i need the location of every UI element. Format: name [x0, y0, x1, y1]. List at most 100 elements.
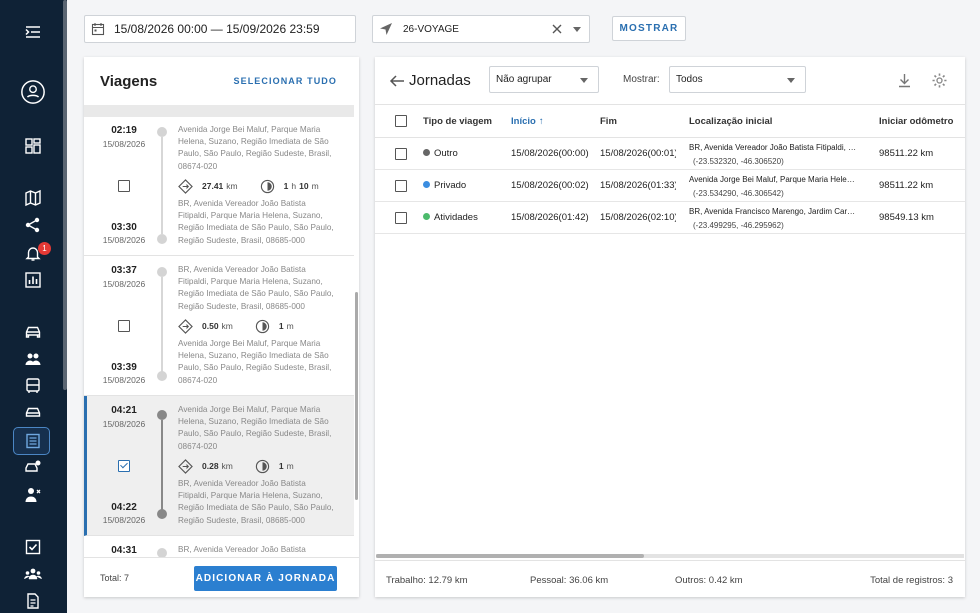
- checklist-icon[interactable]: [22, 536, 44, 558]
- row-odometer: 98549.13 km: [879, 212, 934, 223]
- row-checkbox[interactable]: [395, 148, 407, 160]
- row-location-address: BR, Avenida Francisco Marengo, Jardim Ca…: [689, 207, 859, 216]
- trip-end-date: 15/08/2026: [102, 375, 146, 385]
- trip-duration-minutes-unit: m: [311, 181, 319, 191]
- row-trip-type: Privado: [423, 180, 466, 191]
- row-start: 15/08/2026(00:00): [511, 148, 589, 159]
- trip-list-scrollbar[interactable]: [355, 292, 358, 500]
- sidebar-scrollbar[interactable]: [63, 0, 67, 390]
- trip-start-time: 04:31: [111, 545, 137, 556]
- date-range-input[interactable]: 15/08/2026 00:00 — 15/09/2026 23:59: [84, 15, 356, 43]
- row-trip-type-label: Privado: [434, 180, 467, 191]
- trip-end-time: 04:22: [111, 502, 137, 513]
- group-icon[interactable]: [22, 348, 44, 370]
- dashboard-icon[interactable]: [22, 135, 44, 157]
- route-settings-icon[interactable]: [22, 457, 44, 479]
- vehicle-select[interactable]: 26-VOYAGE: [372, 15, 590, 43]
- clear-icon[interactable]: [550, 22, 564, 36]
- trip-duration-minutes-unit: m: [286, 321, 294, 331]
- journeys-panel: Jornadas Não agrupar Mostrar: Todos Tipo…: [375, 57, 965, 597]
- calendar-icon: [91, 23, 105, 36]
- row-checkbox[interactable]: [395, 212, 407, 224]
- column-start-location[interactable]: Localização inicial: [689, 116, 772, 127]
- trip-distance: 0.28: [202, 461, 219, 471]
- table-row[interactable]: Atividades 15/08/2026(01:42) 15/08/2026(…: [375, 202, 965, 234]
- trip-list[interactable]: 02:19 15/08/2026 Avenida Jorge Bei Maluf…: [84, 117, 354, 557]
- timeline-line: [161, 277, 163, 374]
- trip-end-time: 03:30: [111, 222, 137, 233]
- chevron-down-icon[interactable]: [573, 27, 581, 32]
- trips-total: Total: 7: [100, 573, 130, 583]
- show-button[interactable]: MOSTRAR: [612, 16, 686, 41]
- type-color-dot: [423, 149, 430, 156]
- trip-checkbox-checked[interactable]: [118, 460, 130, 472]
- trip-start-date: 15/08/2026: [102, 419, 146, 429]
- personal-distance: Pessoal: 36.06 km: [530, 575, 609, 586]
- back-arrow-icon[interactable]: [389, 73, 405, 89]
- driver-icon[interactable]: [22, 484, 44, 506]
- sort-ascending-icon: ↑: [538, 116, 544, 127]
- select-all-link[interactable]: SELECIONAR TUDO: [233, 76, 337, 86]
- trip-end-date: 15/08/2026: [102, 235, 146, 245]
- row-start: 15/08/2026(01:42): [511, 212, 589, 223]
- list-top-strip: [84, 105, 354, 117]
- timeline-line: [161, 137, 163, 234]
- column-start-sorted[interactable]: Início ↑: [511, 116, 544, 127]
- trip-duration-minutes: 1: [278, 321, 284, 331]
- duration-icon: [260, 179, 274, 193]
- trip-checkbox[interactable]: [118, 180, 130, 192]
- trip-item[interactable]: 04:31 BR, Avenida Vereador João Batista …: [84, 536, 354, 557]
- share-icon[interactable]: [22, 214, 44, 236]
- bus-icon[interactable]: [22, 375, 44, 397]
- report-chart-icon[interactable]: [22, 269, 44, 291]
- map-icon[interactable]: [22, 187, 44, 209]
- sidebar: 1: [0, 0, 67, 613]
- row-odometer: 98511.22 km: [879, 148, 934, 159]
- download-icon[interactable]: [896, 72, 913, 89]
- vehicle-icon[interactable]: [22, 402, 44, 424]
- column-start-odometer[interactable]: Iniciar odômetro: [879, 116, 953, 127]
- trip-stats: 27.41 km 1 h 10 m: [178, 178, 319, 194]
- group-by-select[interactable]: Não agrupar: [489, 66, 599, 93]
- trip-item[interactable]: 03:37 15/08/2026 BR, Avenida Vereador Jo…: [84, 256, 354, 396]
- work-distance: Trabalho: 12.79 km: [386, 575, 468, 586]
- trip-item-selected[interactable]: 04:21 15/08/2026 Avenida Jorge Bei Maluf…: [84, 396, 354, 536]
- journeys-list-icon[interactable]: [22, 430, 44, 452]
- trip-end-address: BR, Avenida Vereador João Batista Fitipa…: [178, 199, 334, 245]
- vehicle-value: 26-VOYAGE: [403, 23, 459, 35]
- team-icon[interactable]: [22, 563, 44, 585]
- car-icon[interactable]: [22, 321, 44, 343]
- trip-duration-hours: 1: [283, 181, 289, 191]
- select-all-rows-checkbox[interactable]: [395, 115, 407, 127]
- trip-checkbox[interactable]: [118, 320, 130, 332]
- timeline-start-dot: [157, 127, 167, 137]
- trip-item[interactable]: 02:19 15/08/2026 Avenida Jorge Bei Maluf…: [84, 117, 354, 256]
- document-icon[interactable]: [22, 590, 44, 612]
- row-location-coords: (-23.499295, -46.295962): [693, 221, 784, 230]
- table-row[interactable]: Outro 15/08/2026(00:00) 15/08/2026(00:01…: [375, 138, 965, 170]
- column-end[interactable]: Fim: [600, 116, 617, 127]
- timeline-start-dot: [157, 410, 167, 420]
- menu-toggle-icon[interactable]: [22, 21, 44, 43]
- trips-footer: Total: 7 ADICIONAR À JORNADA: [84, 557, 359, 597]
- trip-duration-minutes: 1: [278, 461, 284, 471]
- table-horizontal-scrollbar[interactable]: [376, 554, 964, 558]
- trip-start-time: 03:37: [111, 265, 137, 276]
- show-filter-select[interactable]: Todos: [669, 66, 806, 93]
- add-to-journey-button[interactable]: ADICIONAR À JORNADA: [194, 566, 337, 591]
- trip-stats: 0.50 km 1 m: [178, 318, 294, 334]
- column-trip-type[interactable]: Tipo de viagem: [423, 116, 492, 127]
- table-row[interactable]: Privado 15/08/2026(00:02) 15/08/2026(01:…: [375, 170, 965, 202]
- scrollbar-thumb[interactable]: [376, 554, 644, 558]
- timeline-line: [161, 420, 163, 513]
- trip-start-address: BR, Avenida Vereador João Batista Fitipa…: [178, 545, 306, 554]
- row-checkbox[interactable]: [395, 180, 407, 192]
- trip-end-date: 15/08/2026: [102, 515, 146, 525]
- trip-stats: 0.28 km 1 m: [178, 458, 294, 474]
- row-location-coords: (-23.534290, -46.306542): [693, 189, 784, 198]
- duration-icon: [255, 319, 270, 333]
- row-end: 15/08/2026(00:01): [600, 148, 676, 159]
- gear-icon[interactable]: [931, 72, 948, 89]
- user-icon[interactable]: [19, 78, 47, 106]
- date-range-value: 15/08/2026 00:00 — 15/09/2026 23:59: [114, 22, 320, 36]
